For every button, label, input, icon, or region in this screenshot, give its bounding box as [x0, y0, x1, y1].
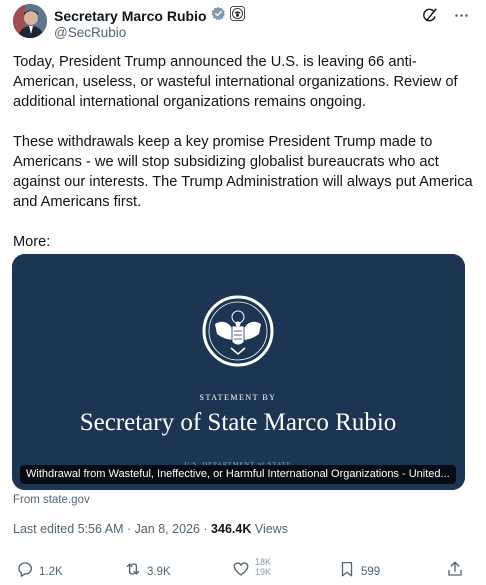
views-label: Views [251, 522, 288, 536]
author-display-name[interactable]: Secretary Marco Rubio [54, 8, 207, 24]
repost-icon [124, 560, 142, 583]
more-icon[interactable] [452, 6, 470, 24]
bookmark-count: 599 [361, 565, 381, 578]
repost-button[interactable]: 3.9K [124, 560, 171, 583]
author-name-row: Secretary Marco Rubio [54, 6, 245, 26]
action-bar: 1.2K 3.9K 18K 19K 599 [0, 556, 486, 585]
gray-verified-badge-icon [211, 6, 226, 26]
edited-timestamp[interactable]: Last edited 5:56 AM · Jan 8, 2026 [13, 522, 200, 536]
like-count-current: 19K [255, 566, 272, 577]
us-seal-badge-icon[interactable] [229, 6, 245, 26]
reply-count: 1.2K [39, 565, 63, 578]
like-count-animation: 18K 19K [255, 557, 271, 579]
grok-icon[interactable] [420, 6, 438, 24]
views-count: 346.4K [211, 522, 252, 536]
avatar[interactable] [13, 4, 47, 38]
bookmark-button[interactable]: 599 [338, 560, 380, 583]
link-card[interactable]: STATEMENT BY Secretary of State Marco Ru… [12, 254, 465, 490]
share-button[interactable] [446, 560, 464, 583]
share-icon [446, 560, 464, 583]
card-image: STATEMENT BY Secretary of State Marco Ru… [12, 254, 465, 490]
header-actions [420, 6, 470, 24]
author-handle[interactable]: @SecRubio [54, 25, 126, 40]
repost-count: 3.9K [147, 565, 171, 578]
reply-icon [16, 560, 34, 583]
tweet-paragraph-1: Today, President Trump announced the U.S… [13, 54, 458, 110]
bookmark-icon [338, 560, 356, 583]
card-statement-label: STATEMENT BY [200, 393, 277, 402]
card-title: Secretary of State Marco Rubio [80, 409, 397, 436]
tweet-text: Today, President Trump announced the U.S… [13, 52, 473, 252]
tweet-meta: Last edited 5:56 AM · Jan 8, 2026 · 346.… [13, 522, 288, 536]
like-button[interactable]: 18K 19K [232, 557, 271, 583]
tweet-paragraph-2: These withdrawals keep a key promise Pre… [13, 134, 473, 210]
heart-icon [232, 560, 250, 583]
card-caption[interactable]: Withdrawal from Wasteful, Ineffective, o… [20, 465, 456, 484]
tweet: Secretary Marco Rubio @SecRubio Today, P… [0, 0, 486, 585]
meta-separator: · [199, 522, 212, 536]
like-count-previous: 18K [255, 556, 272, 567]
tweet-paragraph-3: More: [13, 234, 51, 250]
reply-button[interactable]: 1.2K [16, 560, 63, 583]
card-source[interactable]: From state.gov [13, 494, 90, 506]
